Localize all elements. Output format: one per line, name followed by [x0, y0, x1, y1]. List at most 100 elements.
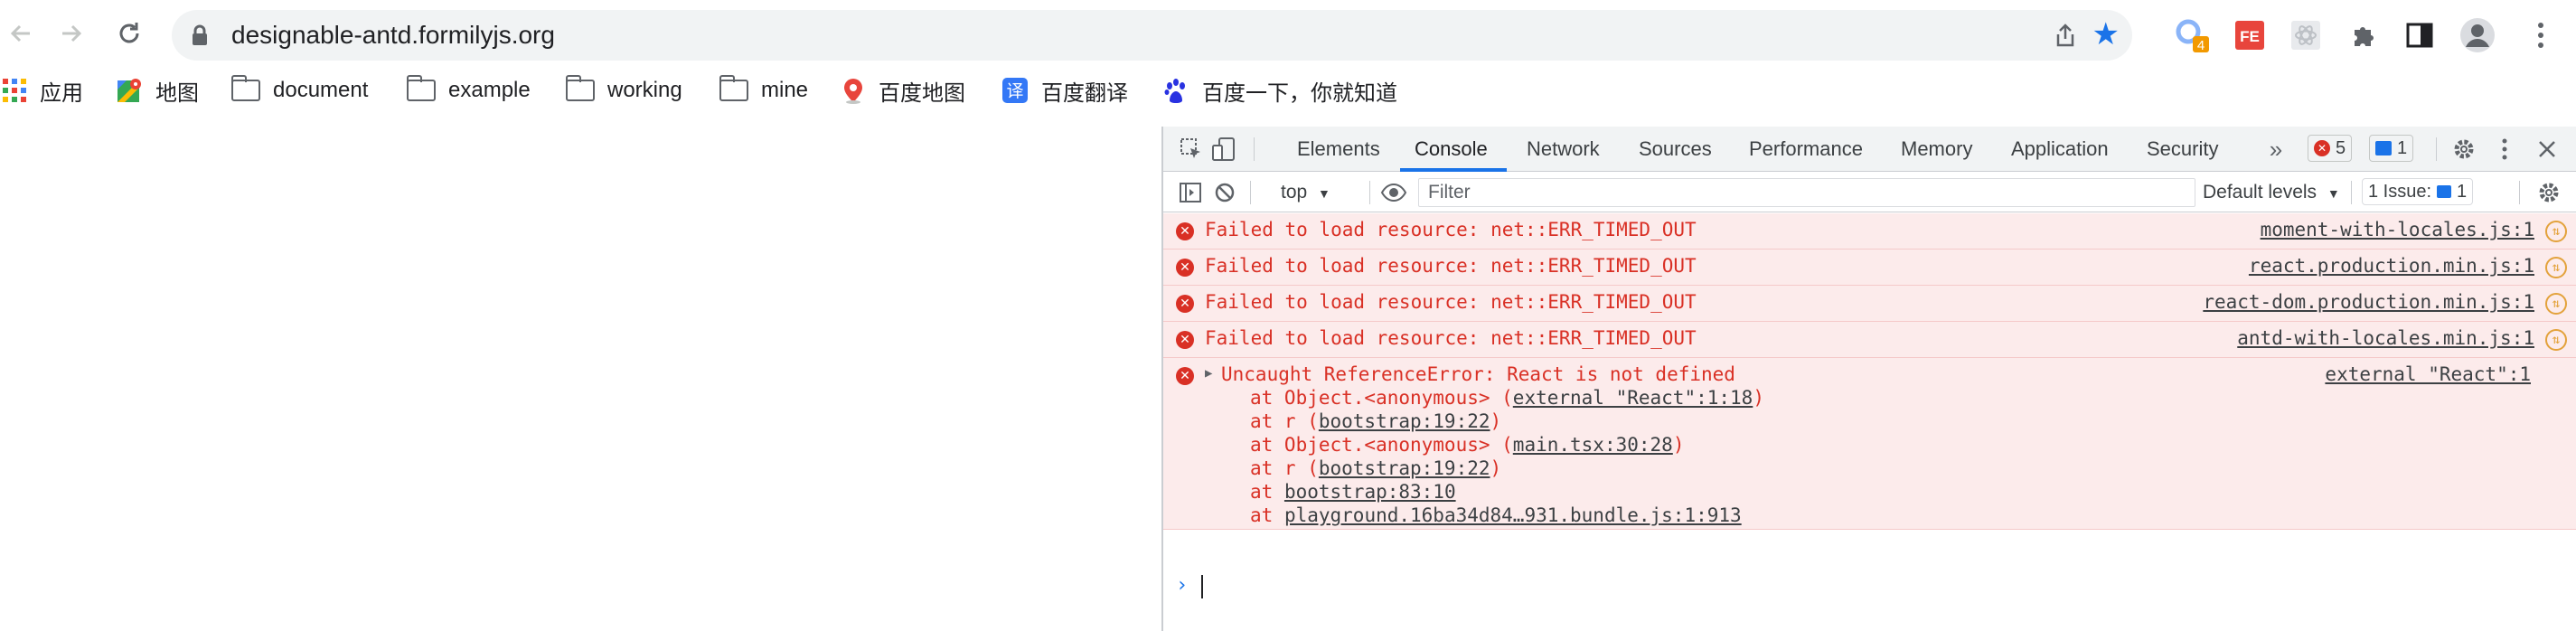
- react-devtools-icon[interactable]: [2287, 16, 2325, 54]
- source-link[interactable]: react.production.min.js:1: [2249, 255, 2534, 277]
- source-link[interactable]: antd-with-locales.min.js:1: [2237, 327, 2534, 349]
- tab-network[interactable]: Network: [1527, 127, 1600, 172]
- console-exception-row[interactable]: ✕ ▶ Uncaught ReferenceError: React is no…: [1163, 358, 2576, 530]
- network-request-icon[interactable]: ⇅: [2545, 221, 2567, 242]
- extension-loader-icon[interactable]: 4: [2173, 16, 2211, 54]
- network-request-icon[interactable]: ⇅: [2545, 257, 2567, 278]
- stack-frame-link[interactable]: bootstrap:83:10: [1284, 481, 1456, 503]
- side-panel-icon[interactable]: [2401, 16, 2439, 54]
- toolbar-divider: [2519, 181, 2520, 204]
- folder-icon: [719, 75, 748, 101]
- stack-frame-link[interactable]: main.tsx:30:28: [1513, 434, 1673, 456]
- message-icon: [2375, 141, 2392, 155]
- forward-arrow-icon[interactable]: [51, 13, 92, 54]
- console-toolbar: top ▼ Filter Default levels ▼ 1 Issue: 1: [1163, 173, 2576, 212]
- bookmark-folder-document[interactable]: document: [230, 71, 369, 110]
- stack-frame: at r (bootstrap:19:22): [1250, 410, 1501, 432]
- bookmark-label: 应用: [40, 80, 83, 106]
- lock-icon[interactable]: [192, 24, 208, 46]
- issues-count: 1: [2457, 181, 2468, 202]
- console-error-row[interactable]: ✕ Failed to load resource: net::ERR_TIME…: [1163, 250, 2576, 286]
- error-count: 5: [2336, 137, 2346, 158]
- close-devtools-icon[interactable]: [2534, 136, 2561, 163]
- bookmark-folder-working[interactable]: working: [565, 71, 682, 110]
- context-label: top: [1281, 182, 1308, 202]
- stack-frame: at playground.16ba34d84…931.bundle.js:1:…: [1250, 504, 1742, 526]
- tab-application[interactable]: Application: [2011, 127, 2109, 172]
- share-icon[interactable]: [2053, 23, 2078, 48]
- bookmark-maps[interactable]: 地图: [116, 71, 199, 110]
- error-icon: ✕: [2314, 140, 2330, 156]
- bookmark-baidu-map[interactable]: 百度地图: [841, 71, 965, 110]
- tab-sources[interactable]: Sources: [1639, 127, 1712, 172]
- console-settings-gear-icon[interactable]: [2535, 180, 2562, 205]
- console-input-caret[interactable]: [1201, 575, 1203, 598]
- inspect-element-icon[interactable]: [1178, 136, 1205, 163]
- bookmark-folder-mine[interactable]: mine: [719, 71, 808, 110]
- folder-icon: [230, 75, 260, 101]
- dropdown-arrow-icon: ▼: [1318, 186, 1330, 201]
- stack-frame-prefix: at r (: [1250, 457, 1319, 479]
- bookmark-label: working: [607, 78, 682, 102]
- profile-avatar-icon[interactable]: [2458, 16, 2496, 54]
- url-text[interactable]: designable-antd.formilyjs.org: [231, 10, 555, 61]
- tab-performance[interactable]: Performance: [1749, 127, 1863, 172]
- bookmark-apps[interactable]: 应用: [2, 71, 83, 110]
- bookmark-star-icon[interactable]: ★: [2092, 19, 2120, 50]
- fe-helper-label: FE: [2240, 28, 2260, 45]
- network-request-icon[interactable]: ⇅: [2545, 293, 2567, 315]
- network-request-icon[interactable]: ⇅: [2545, 329, 2567, 351]
- console-error-row[interactable]: ✕ Failed to load resource: net::ERR_TIME…: [1163, 286, 2576, 322]
- message-count: 1: [2397, 137, 2408, 158]
- tab-security[interactable]: Security: [2147, 127, 2218, 172]
- issue-message-icon: [2437, 185, 2452, 198]
- clear-console-icon[interactable]: [1212, 180, 1237, 205]
- error-message: Failed to load resource: net::ERR_TIMED_…: [1205, 255, 1697, 277]
- device-toolbar-icon[interactable]: [1210, 136, 1237, 163]
- stack-frame-suffix: ): [1753, 387, 1764, 409]
- back-arrow-icon[interactable]: [0, 13, 42, 54]
- stack-frame-link[interactable]: external "React":1:18: [1513, 387, 1753, 409]
- source-link[interactable]: moment-with-locales.js:1: [2261, 219, 2534, 240]
- expand-triangle-icon[interactable]: ▶: [1205, 366, 1212, 381]
- settings-gear-icon[interactable]: [2450, 136, 2477, 163]
- tab-memory[interactable]: Memory: [1901, 127, 1972, 172]
- devtools-panel: Elements Console Network Sources Perform…: [1161, 127, 2576, 631]
- stack-frame-link[interactable]: bootstrap:19:22: [1319, 410, 1490, 432]
- bookmark-baidu[interactable]: 百度一下，你就知道: [1162, 71, 1397, 110]
- more-menu-icon[interactable]: [2522, 16, 2560, 54]
- console-filter-input[interactable]: Filter: [1418, 178, 2195, 207]
- live-expression-eye-icon[interactable]: [1378, 180, 1409, 205]
- tab-console[interactable]: Console: [1415, 127, 1488, 172]
- context-selector[interactable]: top ▼: [1281, 173, 1330, 212]
- stack-frame: at Object.<anonymous> (external "React":…: [1250, 387, 1764, 409]
- bookmark-label: example: [448, 78, 531, 102]
- stack-frame-link[interactable]: playground.16ba34d84…931.bundle.js:1:913: [1284, 504, 1742, 526]
- tab-elements[interactable]: Elements: [1297, 127, 1380, 172]
- console-error-row[interactable]: ✕ Failed to load resource: net::ERR_TIME…: [1163, 322, 2576, 358]
- message-count-badge[interactable]: 1: [2369, 135, 2414, 162]
- error-count-badge[interactable]: ✕ 5: [2308, 135, 2353, 162]
- error-icon: ✕: [1176, 259, 1194, 277]
- exception-source-link[interactable]: external "React":1: [2325, 363, 2531, 385]
- more-tabs-chevron-icon[interactable]: »: [2262, 136, 2289, 163]
- reload-icon[interactable]: [108, 13, 150, 54]
- log-levels-dropdown[interactable]: Default levels ▼: [2203, 173, 2340, 212]
- fe-helper-icon[interactable]: FE: [2231, 16, 2269, 54]
- stack-frame-link[interactable]: bootstrap:19:22: [1319, 457, 1490, 479]
- show-sidebar-icon[interactable]: [1178, 180, 1203, 205]
- bookmark-label: 百度一下，你就知道: [1202, 80, 1397, 106]
- extensions-puzzle-icon[interactable]: [2345, 16, 2383, 54]
- issues-button[interactable]: 1 Issue: 1: [2362, 178, 2474, 205]
- stack-frame: at Object.<anonymous> (main.tsx:30:28): [1250, 434, 1684, 456]
- console-error-row[interactable]: ✕ Failed to load resource: net::ERR_TIME…: [1163, 213, 2576, 250]
- bookmark-folder-example[interactable]: example: [406, 71, 531, 110]
- customize-menu-icon[interactable]: [2496, 136, 2514, 163]
- active-tab-indicator: [1400, 168, 1507, 172]
- page-viewport[interactable]: [0, 127, 1161, 631]
- folder-icon: [406, 75, 436, 101]
- source-link[interactable]: react-dom.production.min.js:1: [2203, 291, 2534, 313]
- address-bar[interactable]: designable-antd.formilyjs.org ★: [172, 10, 2132, 61]
- bookmark-baidu-translate[interactable]: 译 百度翻译: [1001, 71, 1128, 110]
- bookmark-label: document: [273, 78, 369, 102]
